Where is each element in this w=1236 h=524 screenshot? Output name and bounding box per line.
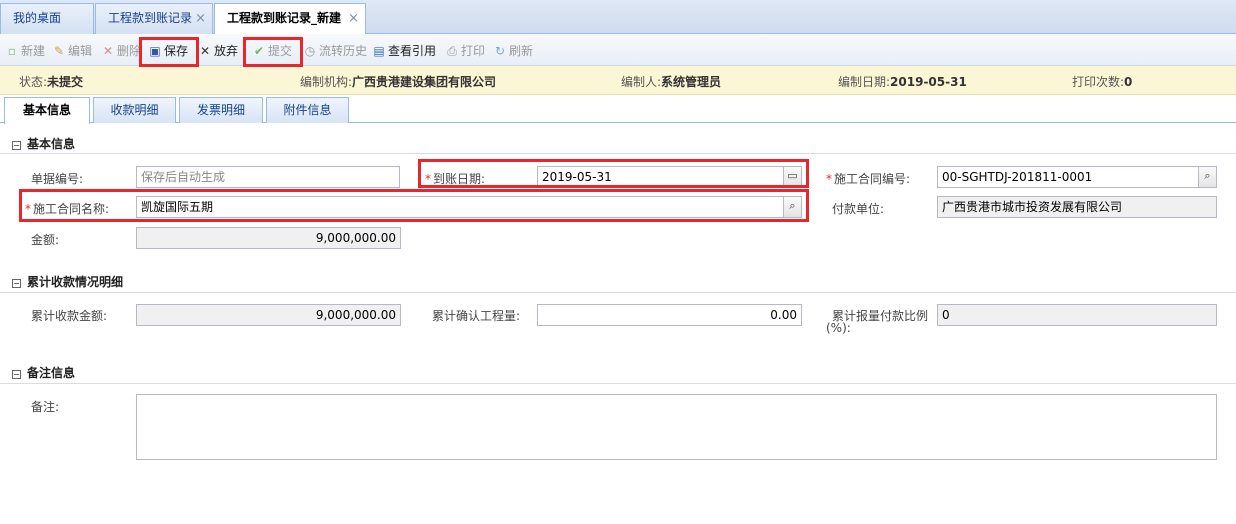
new-doc-icon: ▫ <box>7 44 17 58</box>
discard-button-label: 放弃 <box>214 44 239 58</box>
new-button[interactable]: ▫ 新建 <box>5 42 45 60</box>
arrive-date-highlight-box <box>418 159 809 188</box>
tab-payment-record-new[interactable]: 工程款到账记录_新建 × <box>214 3 366 35</box>
cumulative-confirmed-field[interactable]: 0.00 <box>537 304 802 326</box>
basic-info-section-header[interactable]: − 基本信息 <box>12 135 75 155</box>
tab-payment-records-label: 工程款到账记录 <box>108 11 193 25</box>
doc-no-input[interactable]: 保存后自动生成 <box>136 166 400 188</box>
cumulative-ratio-field: 0 <box>937 304 1217 326</box>
cumulative-confirmed-label: 累计确认工程量: <box>432 309 521 323</box>
close-icon: ✕ <box>199 44 211 58</box>
refresh-icon: ↻ <box>494 44 506 58</box>
printer-icon: ⎙ <box>447 44 457 58</box>
close-icon[interactable]: × <box>195 4 206 33</box>
divider <box>0 153 1236 154</box>
tab-payment-record-new-label: 工程款到账记录_新建 <box>227 11 342 25</box>
cumulative-title: 累计收款情况明细 <box>27 275 124 289</box>
app-root: 我的桌面 工程款到账记录 × 工程款到账记录_新建 × ▫ 新建 ✎ 编辑 ✕ 删除 … <box>0 0 1236 524</box>
search-icon[interactable]: ⌕ <box>1198 167 1216 187</box>
new-button-label: 新建 <box>21 44 46 58</box>
top-tab-bar: 我的桌面 工程款到账记录 × 工程款到账记录_新建 × <box>0 0 1236 35</box>
edit-button[interactable]: ✎ 编辑 <box>52 42 92 60</box>
cumulative-ratio-unit: (%): <box>826 321 851 335</box>
status-print-count: 打印次数:0 <box>1072 75 1133 89</box>
refresh-button[interactable]: ↻ 刷新 <box>493 42 533 60</box>
delete-x-icon: ✕ <box>102 44 114 58</box>
close-icon[interactable]: × <box>348 4 359 33</box>
tab-payment-records[interactable]: 工程款到账记录 × <box>95 3 213 34</box>
cumulative-section-header[interactable]: − 累计收款情况明细 <box>12 273 123 293</box>
tab-attachments[interactable]: 附件信息 <box>266 97 349 123</box>
form-tabs: 基本信息 收款明细 发票明细 附件信息 <box>0 95 1236 124</box>
status-org: 编制机构:广西贵港建设集团有限公司 <box>300 75 497 89</box>
view-references-button[interactable]: ▤ 查看引用 <box>372 42 436 60</box>
amount-field: 9,000,000.00 <box>136 227 401 249</box>
edit-button-label: 编辑 <box>68 44 93 58</box>
tab-receipt-details[interactable]: 收款明细 <box>93 97 176 123</box>
collapse-icon[interactable]: − <box>12 141 21 150</box>
divider <box>0 383 1236 384</box>
amount-label: 金额: <box>31 233 60 247</box>
contract-name-highlight-box <box>19 189 809 222</box>
status-date: 编制日期:2019-05-31 <box>838 75 967 89</box>
status-author: 编制人:系统管理员 <box>621 75 722 89</box>
tab-invoice-details[interactable]: 发票明细 <box>179 97 263 123</box>
submit-highlight-box <box>243 37 303 67</box>
tab-desktop[interactable]: 我的桌面 <box>0 3 94 34</box>
payer-field: 广西贵港市城市投资发展有限公司 <box>937 196 1217 218</box>
clock-icon: ◷ <box>304 44 316 58</box>
delete-button-label: 删除 <box>117 44 142 58</box>
print-button[interactable]: ⎙ 打印 <box>445 42 485 60</box>
document-list-icon: ▤ <box>373 44 385 58</box>
view-references-label: 查看引用 <box>388 44 437 58</box>
cumulative-received-field: 9,000,000.00 <box>136 304 401 326</box>
contract-no-field[interactable]: 00-SGHTDJ-201811-0001 ⌕ <box>937 166 1217 188</box>
tab-basic-info[interactable]: 基本信息 <box>4 97 90 124</box>
collapse-icon[interactable]: − <box>12 279 21 288</box>
save-highlight-box <box>139 37 199 67</box>
remarks-title: 备注信息 <box>27 366 76 380</box>
status-bar: 状态:未提交 编制机构:广西贵港建设集团有限公司 编制人:系统管理员 编制日期:… <box>0 66 1236 95</box>
basic-info-title: 基本信息 <box>27 137 76 151</box>
doc-no-label: 单据编号: <box>31 172 84 186</box>
print-button-label: 打印 <box>461 44 486 58</box>
history-button-label: 流转历史 <box>319 44 368 58</box>
collapse-icon[interactable]: − <box>12 370 21 379</box>
history-button[interactable]: ◷ 流转历史 <box>303 42 367 60</box>
tab-desktop-label: 我的桌面 <box>13 11 62 25</box>
discard-button[interactable]: ✕ 放弃 <box>198 42 238 60</box>
contract-no-value: 00-SGHTDJ-201811-0001 <box>942 170 1093 184</box>
payer-label: 付款单位: <box>832 202 885 216</box>
divider <box>0 292 1236 293</box>
status-state: 状态:未提交 <box>19 75 84 89</box>
remarks-textarea[interactable] <box>136 394 1217 460</box>
delete-button[interactable]: ✕ 删除 <box>101 42 141 60</box>
remarks-label: 备注: <box>31 400 60 414</box>
cumulative-received-label: 累计收款金额: <box>31 309 108 323</box>
pencil-icon: ✎ <box>53 44 65 58</box>
contract-no-label: * 施工合同编号: <box>826 172 911 186</box>
refresh-button-label: 刷新 <box>509 44 534 58</box>
remarks-section-header[interactable]: − 备注信息 <box>12 364 75 384</box>
